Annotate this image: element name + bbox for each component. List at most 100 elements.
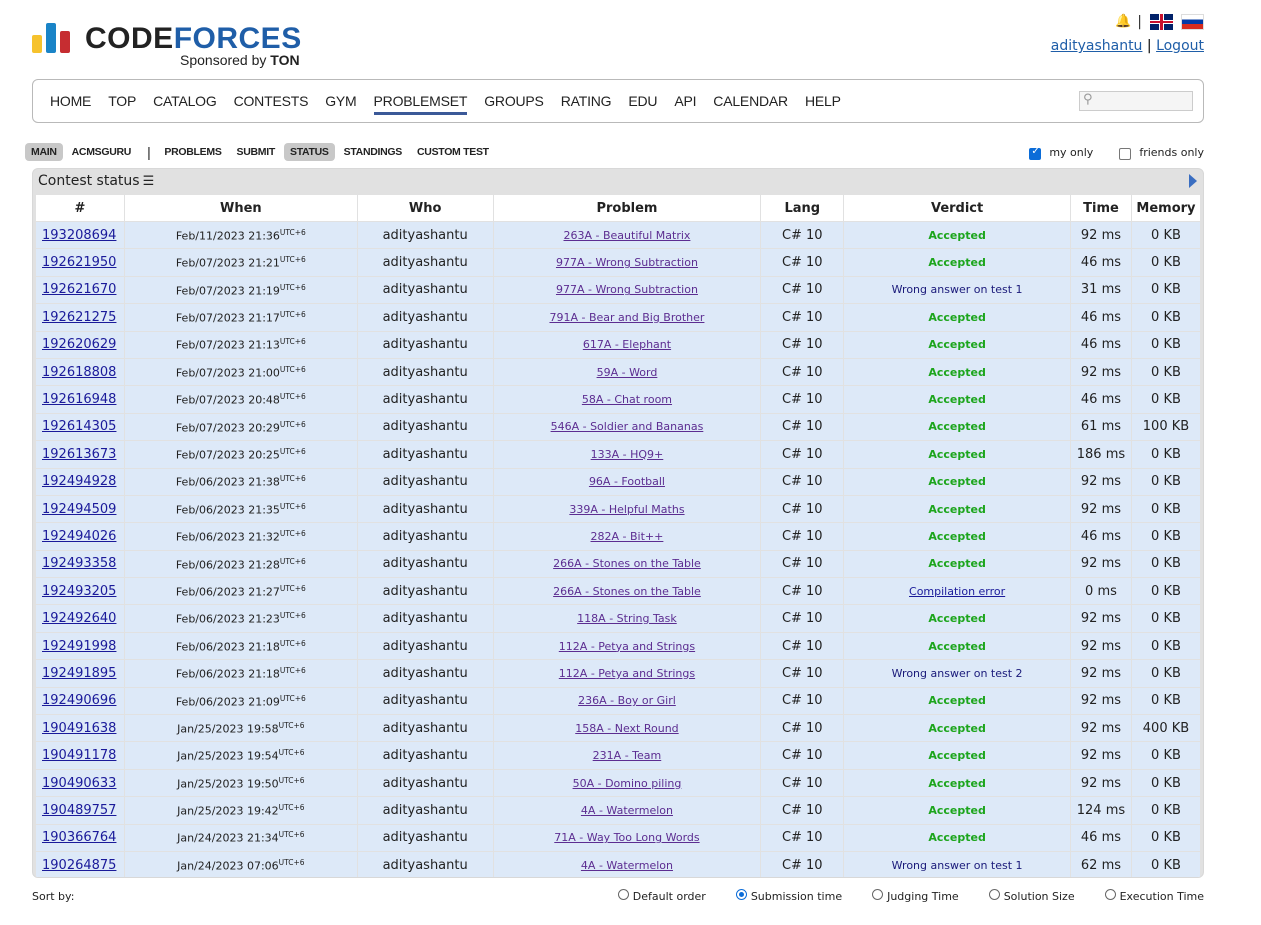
problem-link[interactable]: 266A - Stones on the Table bbox=[553, 585, 701, 598]
problem-link[interactable]: 112A - Petya and Strings bbox=[559, 640, 695, 653]
submission-id-link[interactable]: 192491998 bbox=[42, 639, 116, 654]
problem-link[interactable]: 282A - Bit++ bbox=[591, 530, 664, 543]
who-cell[interactable]: adityashantu bbox=[356, 248, 494, 277]
sort-option-solution-size[interactable]: Solution Size bbox=[988, 889, 1075, 903]
submenu-acmsguru[interactable]: ACMSGURU bbox=[66, 143, 137, 161]
who-cell[interactable]: adityashantu bbox=[356, 768, 494, 798]
who-cell[interactable]: adityashantu bbox=[356, 850, 494, 877]
who-cell[interactable]: adityashantu bbox=[356, 440, 494, 469]
problem-link[interactable]: 236A - Boy or Girl bbox=[578, 694, 676, 707]
submenu-submit[interactable]: SUBMIT bbox=[231, 143, 281, 161]
codeforces-logo[interactable]: CODEFORCES Sponsored by TON bbox=[32, 18, 322, 70]
radio-button[interactable] bbox=[617, 889, 629, 900]
radio-button[interactable] bbox=[988, 889, 1000, 900]
uk-flag-icon[interactable] bbox=[1150, 14, 1173, 30]
sort-option-default-order[interactable]: Default order bbox=[617, 889, 706, 903]
problem-link[interactable]: 59A - Word bbox=[597, 366, 658, 379]
nav-api[interactable]: API bbox=[674, 93, 696, 115]
who-cell[interactable]: adityashantu bbox=[356, 741, 494, 770]
problem-link[interactable]: 977A - Wrong Subtraction bbox=[556, 283, 698, 296]
problem-link[interactable]: 4A - Watermelon bbox=[581, 859, 673, 872]
problem-link[interactable]: 231A - Team bbox=[593, 749, 662, 762]
nav-home[interactable]: HOME bbox=[50, 93, 91, 115]
column-header-problem[interactable]: Problem bbox=[492, 194, 762, 222]
who-cell[interactable]: adityashantu bbox=[356, 467, 494, 496]
submission-id-link[interactable]: 192620629 bbox=[42, 337, 116, 352]
problem-link[interactable]: 617A - Elephant bbox=[583, 338, 671, 351]
who-cell[interactable]: adityashantu bbox=[356, 385, 494, 414]
my-only-checkbox[interactable] bbox=[1029, 146, 1042, 160]
submission-id-link[interactable]: 192618808 bbox=[42, 365, 116, 380]
who-cell[interactable]: adityashantu bbox=[356, 220, 494, 250]
column-header-memory[interactable]: Memory bbox=[1130, 194, 1202, 222]
who-cell[interactable]: adityashantu bbox=[356, 303, 494, 332]
who-cell[interactable]: adityashantu bbox=[356, 412, 494, 442]
who-cell[interactable]: adityashantu bbox=[356, 522, 494, 551]
submission-id-link[interactable]: 192494928 bbox=[42, 474, 116, 489]
column-header-time[interactable]: Time bbox=[1069, 194, 1132, 222]
problem-link[interactable]: 977A - Wrong Subtraction bbox=[556, 256, 698, 269]
username-link[interactable]: adityashantu bbox=[1051, 38, 1143, 54]
submission-id-link[interactable]: 192492640 bbox=[42, 611, 116, 626]
column-header-who[interactable]: Who bbox=[356, 194, 494, 222]
nav-rating[interactable]: RATING bbox=[561, 93, 612, 115]
column-header-when[interactable]: When bbox=[123, 194, 358, 222]
submenu-custom-test[interactable]: CUSTOM TEST bbox=[411, 143, 495, 161]
column-header-lang[interactable]: Lang bbox=[760, 194, 845, 222]
who-cell[interactable]: adityashantu bbox=[356, 823, 494, 852]
submission-id-link[interactable]: 192621670 bbox=[42, 282, 116, 297]
who-cell[interactable]: adityashantu bbox=[356, 577, 494, 606]
search-input[interactable]: ⚲ bbox=[1079, 91, 1193, 111]
problem-link[interactable]: 50A - Domino piling bbox=[573, 777, 682, 790]
radio-button[interactable] bbox=[1104, 889, 1116, 900]
friends-only-checkbox[interactable] bbox=[1119, 147, 1132, 160]
submission-id-link[interactable]: 192613673 bbox=[42, 447, 116, 462]
submission-id-link[interactable]: 192621275 bbox=[42, 310, 116, 325]
submission-id-link[interactable]: 190366764 bbox=[42, 830, 116, 845]
submission-id-link[interactable]: 192491895 bbox=[42, 666, 116, 681]
nav-edu[interactable]: EDU bbox=[628, 93, 657, 115]
submission-id-link[interactable]: 192616948 bbox=[42, 392, 116, 407]
next-page-arrow-icon[interactable] bbox=[1189, 174, 1197, 188]
problem-link[interactable]: 133A - HQ9+ bbox=[591, 448, 664, 461]
problem-link[interactable]: 118A - String Task bbox=[577, 612, 677, 625]
who-cell[interactable]: adityashantu bbox=[356, 275, 494, 305]
who-cell[interactable]: adityashantu bbox=[356, 330, 494, 359]
who-cell[interactable]: adityashantu bbox=[356, 357, 494, 387]
who-cell[interactable]: adityashantu bbox=[356, 604, 494, 633]
submission-id-link[interactable]: 190264875 bbox=[42, 858, 116, 873]
list-icon[interactable]: ☰ bbox=[143, 174, 155, 189]
logout-link[interactable]: Logout bbox=[1156, 38, 1204, 54]
submission-id-link[interactable]: 192621950 bbox=[42, 255, 116, 270]
who-cell[interactable]: adityashantu bbox=[356, 494, 494, 524]
radio-button[interactable] bbox=[872, 889, 884, 900]
nav-catalog[interactable]: CATALOG bbox=[153, 93, 217, 115]
problem-link[interactable]: 58A - Chat room bbox=[582, 393, 672, 406]
submission-id-link[interactable]: 192494509 bbox=[42, 502, 116, 517]
nav-calendar[interactable]: CALENDAR bbox=[713, 93, 788, 115]
who-cell[interactable]: adityashantu bbox=[356, 659, 494, 688]
problem-link[interactable]: 71A - Way Too Long Words bbox=[554, 831, 699, 844]
bell-icon[interactable]: 🔔 bbox=[1115, 15, 1131, 29]
nav-problemset[interactable]: PROBLEMSET bbox=[373, 93, 467, 115]
submenu-status[interactable]: STATUS bbox=[283, 143, 335, 161]
submission-id-link[interactable]: 192493205 bbox=[42, 584, 116, 599]
submission-id-link[interactable]: 190489757 bbox=[42, 803, 116, 818]
problem-link[interactable]: 96A - Football bbox=[589, 475, 665, 488]
who-cell[interactable]: adityashantu bbox=[356, 714, 494, 743]
sort-option-judging-time[interactable]: Judging Time bbox=[872, 889, 959, 903]
nav-gym[interactable]: GYM bbox=[325, 93, 356, 115]
submission-id-link[interactable]: 190490633 bbox=[42, 776, 116, 791]
submenu-standings[interactable]: STANDINGS bbox=[338, 143, 408, 161]
submission-id-link[interactable]: 192494026 bbox=[42, 529, 116, 544]
who-cell[interactable]: adityashantu bbox=[356, 686, 494, 716]
submenu-main[interactable]: MAIN bbox=[25, 143, 63, 161]
nav-top[interactable]: TOP bbox=[108, 93, 136, 115]
sort-option-submission-time[interactable]: Submission time bbox=[735, 889, 842, 903]
submission-id-link[interactable]: 192614305 bbox=[42, 419, 116, 434]
problem-link[interactable]: 791A - Bear and Big Brother bbox=[549, 311, 704, 324]
nav-groups[interactable]: GROUPS bbox=[484, 93, 544, 115]
problem-link[interactable]: 158A - Next Round bbox=[575, 722, 678, 735]
problem-link[interactable]: 339A - Helpful Maths bbox=[569, 503, 684, 516]
submission-id-link[interactable]: 193208694 bbox=[42, 228, 116, 243]
